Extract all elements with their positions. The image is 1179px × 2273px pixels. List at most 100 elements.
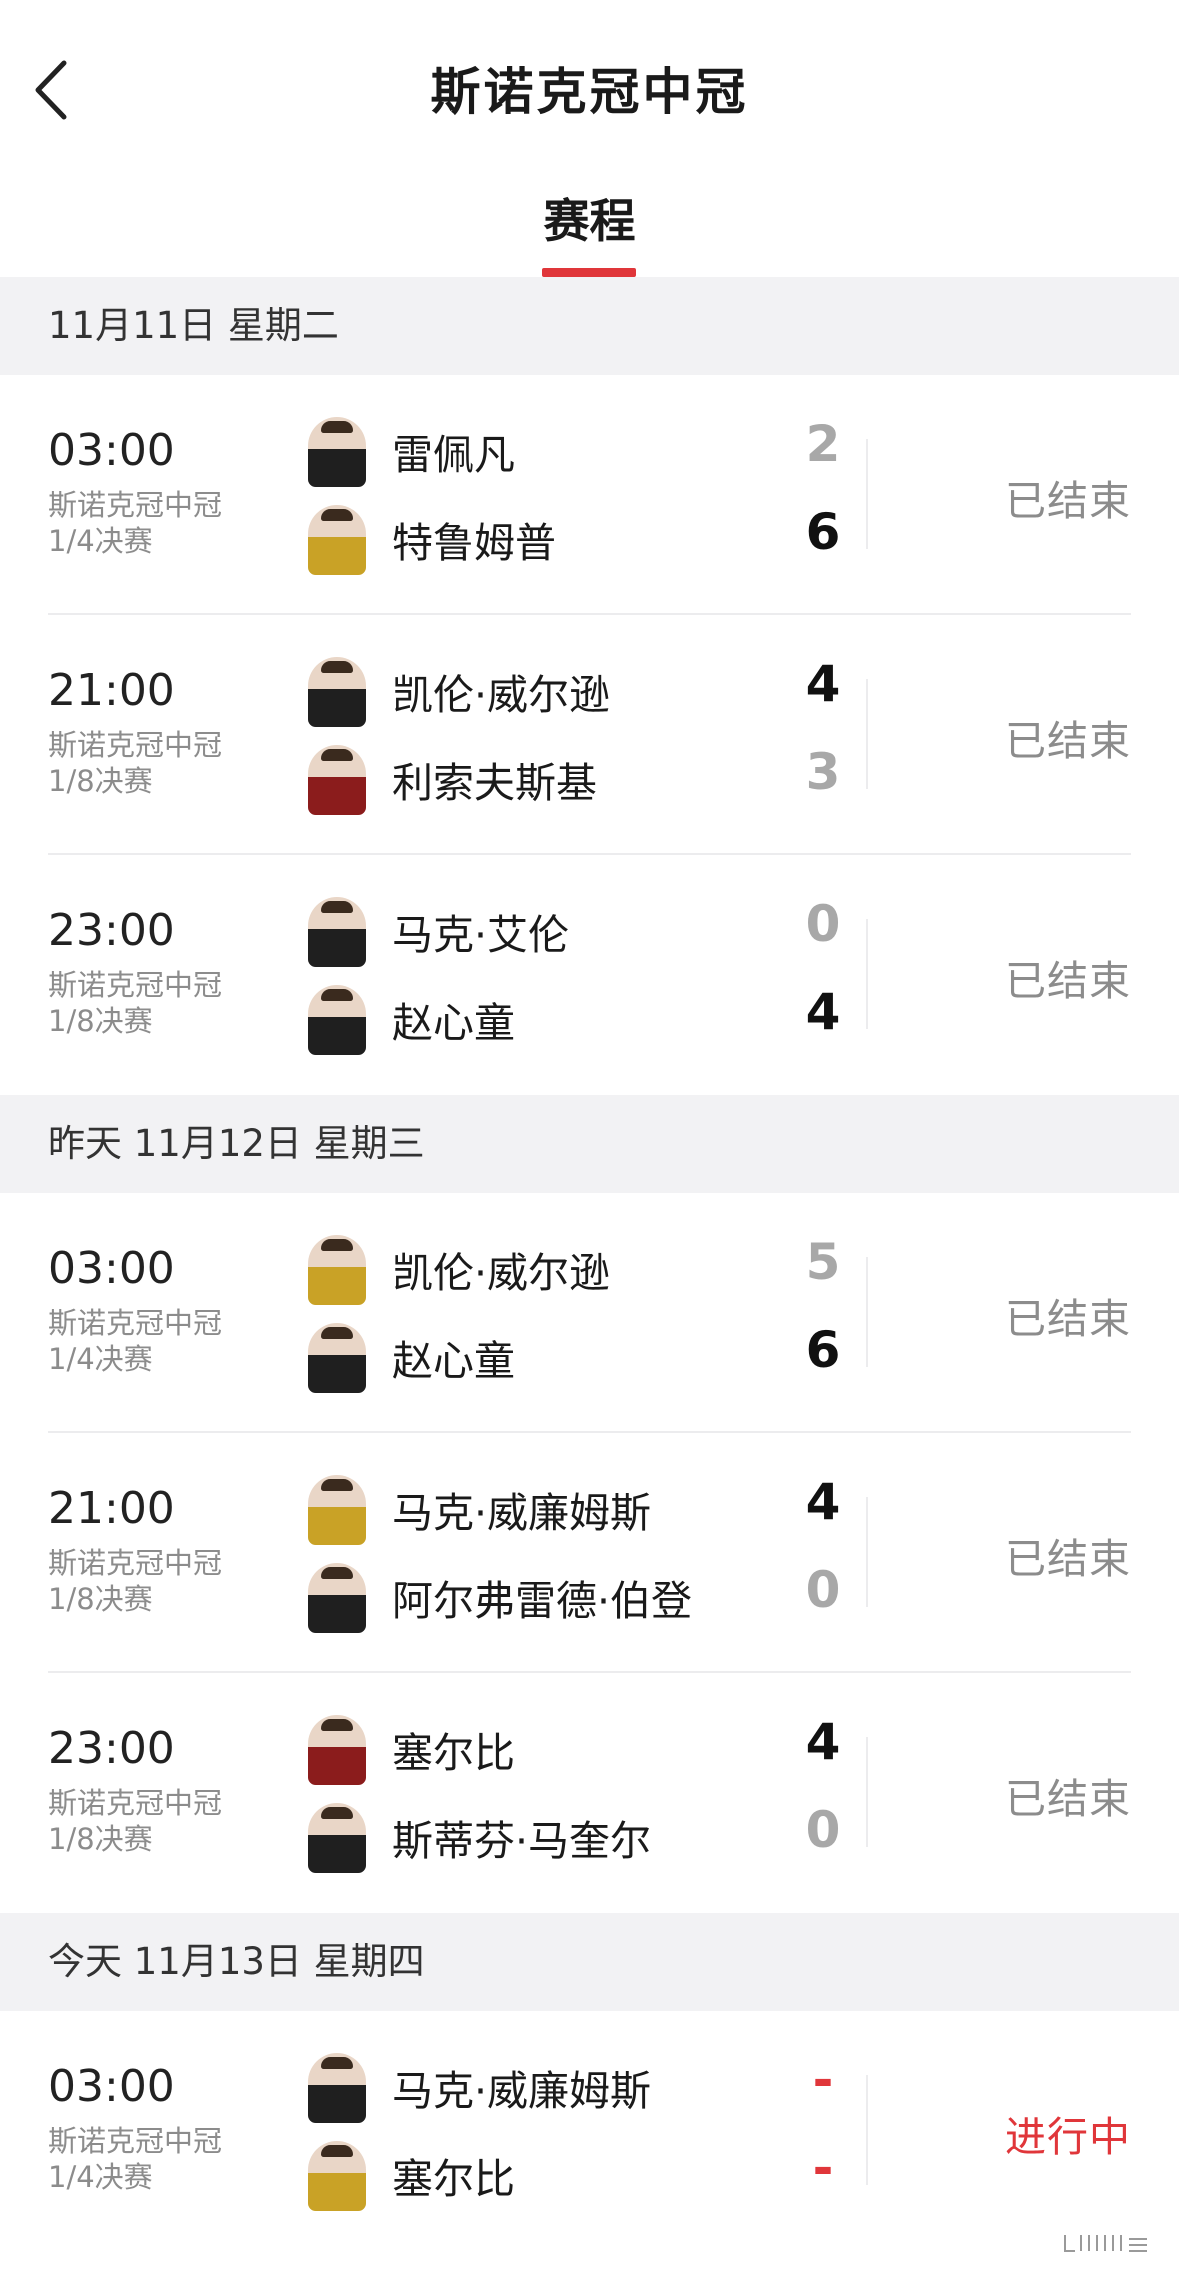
divider-vertical <box>866 1737 868 1847</box>
player-avatar <box>308 1475 366 1545</box>
player-avatar <box>308 1803 366 1873</box>
player-name: 特鲁姆普 <box>392 519 556 567</box>
player-row: 凯伦·威尔逊 4 <box>308 655 868 729</box>
player-row: 阿尔弗雷德·伯登 0 <box>308 1561 868 1635</box>
event-name: 斯诺克冠中冠 <box>48 968 223 1002</box>
event-round: 1/8决赛 <box>48 764 153 798</box>
top-bar: 斯诺克冠中冠 赛程 <box>0 0 1179 277</box>
player-score: 0 <box>805 1561 841 1619</box>
player-name: 利索夫斯基 <box>392 759 597 807</box>
player-row: 特鲁姆普 6 <box>308 503 868 577</box>
divider-vertical <box>866 2075 868 2185</box>
divider-vertical <box>866 1257 868 1367</box>
event-round: 1/8决赛 <box>48 1822 153 1856</box>
match-status: 进行中 <box>1005 2113 1131 2161</box>
player-avatar <box>308 1563 366 1633</box>
page-title: 斯诺克冠中冠 <box>430 63 749 121</box>
event-round: 1/4决赛 <box>48 2160 153 2194</box>
player-avatar <box>308 657 366 727</box>
match-row[interactable]: 23:00 斯诺克冠中冠 1/8决赛 塞尔比 4 斯蒂芬·马奎尔 0 已结束 <box>0 1673 1179 1913</box>
match-event-info: 斯诺克冠中冠 1/4决赛 <box>48 1305 222 1377</box>
event-round: 1/8决赛 <box>48 1582 153 1616</box>
player-name: 雷佩凡 <box>392 431 515 479</box>
player-row: 塞尔比 - <box>308 2139 868 2213</box>
player-row: 凯伦·威尔逊 5 <box>308 1233 868 1307</box>
player-score: 0 <box>805 1801 841 1859</box>
player-score: 4 <box>805 655 841 713</box>
match-row[interactable]: 03:00 斯诺克冠中冠 1/4决赛 马克·威廉姆斯 - 塞尔比 - 进行中 <box>0 2011 1179 2251</box>
player-avatar <box>308 505 366 575</box>
match-status: 已结束 <box>1005 1295 1131 1343</box>
player-name: 凯伦·威尔逊 <box>392 1249 611 1297</box>
match-row[interactable]: 21:00 斯诺克冠中冠 1/8决赛 马克·威廉姆斯 4 阿尔弗雷德·伯登 0 已结束 <box>0 1433 1179 1673</box>
player-name: 塞尔比 <box>392 2155 515 2203</box>
player-row: 马克·威廉姆斯 - <box>308 2051 868 2125</box>
player-row: 赵心童 6 <box>308 1321 868 1395</box>
event-round: 1/8决赛 <box>48 1004 153 1038</box>
match-event-info: 斯诺克冠中冠 1/4决赛 <box>48 2123 222 2195</box>
match-status: 已结束 <box>1005 477 1131 525</box>
match-event-info: 斯诺克冠中冠 1/4决赛 <box>48 487 222 559</box>
player-avatar <box>308 985 366 1055</box>
player-score: 0 <box>805 895 841 953</box>
player-name: 马克·艾伦 <box>392 911 570 959</box>
event-name: 斯诺克冠中冠 <box>48 728 223 762</box>
player-score: 6 <box>805 503 841 561</box>
date-header: 今天 11月13日 星期四 <box>0 1913 1179 2011</box>
event-name: 斯诺克冠中冠 <box>48 2124 223 2158</box>
player-avatar <box>308 2141 366 2211</box>
player-name: 斯蒂芬·马奎尔 <box>392 1817 652 1865</box>
player-row: 斯蒂芬·马奎尔 0 <box>308 1801 868 1875</box>
match-status: 已结束 <box>1005 1535 1131 1583</box>
match-time: 23:00 <box>48 1723 175 1774</box>
player-row: 赵心童 4 <box>308 983 868 1057</box>
event-round: 1/4决赛 <box>48 524 153 558</box>
player-score: 2 <box>805 415 841 473</box>
match-event-info: 斯诺克冠中冠 1/8决赛 <box>48 1545 222 1617</box>
player-score: 4 <box>805 983 841 1041</box>
event-name: 斯诺克冠中冠 <box>48 1306 223 1340</box>
match-time: 21:00 <box>48 665 175 716</box>
player-row: 马克·威廉姆斯 4 <box>308 1473 868 1547</box>
match-row[interactable]: 03:00 斯诺克冠中冠 1/4决赛 凯伦·威尔逊 5 赵心童 6 已结束 <box>0 1193 1179 1433</box>
player-avatar <box>308 745 366 815</box>
player-score: - <box>812 2139 834 2197</box>
player-avatar <box>308 1235 366 1305</box>
event-name: 斯诺克冠中冠 <box>48 1546 223 1580</box>
player-avatar <box>308 2053 366 2123</box>
match-event-info: 斯诺克冠中冠 1/8决赛 <box>48 727 222 799</box>
match-time: 23:00 <box>48 905 175 956</box>
player-name: 塞尔比 <box>392 1729 515 1777</box>
match-status: 已结束 <box>1005 1775 1131 1823</box>
event-name: 斯诺克冠中冠 <box>48 1786 223 1820</box>
match-row[interactable]: 21:00 斯诺克冠中冠 1/8决赛 凯伦·威尔逊 4 利索夫斯基 3 已结束 <box>0 615 1179 855</box>
player-avatar <box>308 897 366 967</box>
match-time: 03:00 <box>48 2061 175 2112</box>
player-name: 赵心童 <box>392 999 515 1047</box>
tab-active-indicator <box>542 268 636 277</box>
event-name: 斯诺克冠中冠 <box>48 488 223 522</box>
player-row: 雷佩凡 2 <box>308 415 868 489</box>
player-row: 马克·艾伦 0 <box>308 895 868 969</box>
match-time: 03:00 <box>48 1243 175 1294</box>
player-row: 利索夫斯基 3 <box>308 743 868 817</box>
tab-schedule[interactable]: 赛程 <box>0 185 1179 251</box>
player-name: 凯伦·威尔逊 <box>392 671 611 719</box>
player-name: 马克·威廉姆斯 <box>392 2067 652 2115</box>
player-row: 塞尔比 4 <box>308 1713 868 1787</box>
player-score: 5 <box>805 1233 841 1291</box>
date-header: 昨天 11月12日 星期三 <box>0 1095 1179 1193</box>
match-time: 21:00 <box>48 1483 175 1534</box>
match-status: 已结束 <box>1005 957 1131 1005</box>
player-name: 马克·威廉姆斯 <box>392 1489 652 1537</box>
divider-vertical <box>866 439 868 549</box>
date-header: 11月11日 星期二 <box>0 277 1179 375</box>
player-name: 赵心童 <box>392 1337 515 1385</box>
match-event-info: 斯诺克冠中冠 1/8决赛 <box>48 967 222 1039</box>
player-name: 阿尔弗雷德·伯登 <box>392 1577 693 1625</box>
match-status: 已结束 <box>1005 717 1131 765</box>
match-row[interactable]: 23:00 斯诺克冠中冠 1/8决赛 马克·艾伦 0 赵心童 4 已结束 <box>0 855 1179 1095</box>
match-row[interactable]: 03:00 斯诺克冠中冠 1/4决赛 雷佩凡 2 特鲁姆普 6 已结束 <box>0 375 1179 615</box>
match-time: 03:00 <box>48 425 175 476</box>
player-score: 4 <box>805 1473 841 1531</box>
